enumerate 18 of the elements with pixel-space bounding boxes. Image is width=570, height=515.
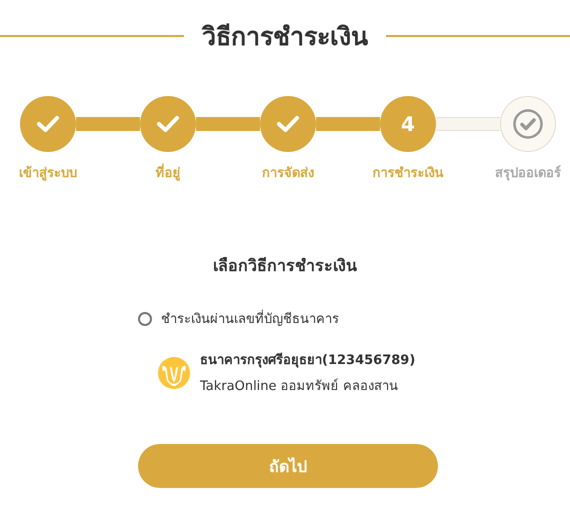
check-circle-icon	[513, 109, 543, 139]
step-label: สรุปออเดอร์	[495, 164, 561, 183]
next-button[interactable]: ถัดไป	[138, 444, 438, 488]
section-title: เลือกวิธีการชำระเงิน	[213, 256, 357, 275]
check-icon	[36, 115, 60, 133]
check-icon	[156, 115, 180, 133]
step-label: การจัดส่ง	[262, 165, 314, 183]
step-label: ที่อยู่	[156, 162, 180, 183]
page-title: วิธีการชำระเงิน	[202, 21, 368, 53]
step-label: เข้าสู่ระบบ	[19, 164, 77, 183]
option-label: ชำระเงินผ่านเลขที่บัญชีธนาคาร	[161, 308, 339, 329]
step-label: การชำระเงิน	[372, 165, 444, 183]
step-number: 4	[401, 112, 415, 136]
bank-name: ธนาคารกรุงศรีอยุธยา(123456789)	[200, 352, 416, 370]
account-name: TakraOnline ออมทรัพย์ คลองสาน	[200, 378, 399, 396]
check-icon	[276, 115, 300, 133]
radio-button[interactable]	[138, 312, 152, 326]
bank-logo-icon	[158, 356, 190, 388]
